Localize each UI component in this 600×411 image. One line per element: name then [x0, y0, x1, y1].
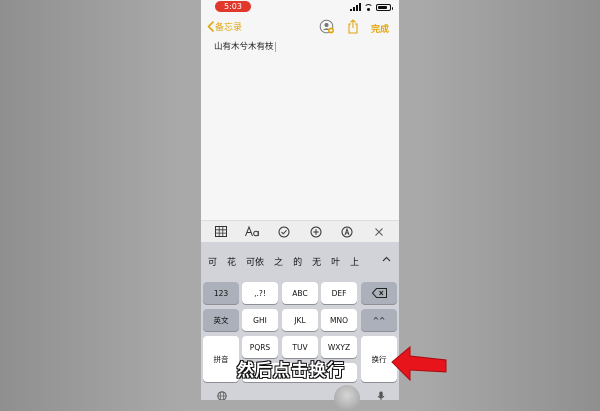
- key-pinyin[interactable]: 拼音: [203, 336, 239, 382]
- pointer-arrow-icon: [391, 345, 447, 382]
- back-button[interactable]: 备忘录: [207, 20, 242, 33]
- touch-indicator: [334, 385, 360, 411]
- format-toolbar: [201, 220, 399, 242]
- battery-icon: [376, 3, 393, 11]
- candidate-word[interactable]: 叶: [326, 255, 345, 268]
- key-punctuation[interactable]: ,.?!: [242, 282, 278, 304]
- key-wxyz[interactable]: WXYZ: [321, 336, 357, 358]
- table-icon[interactable]: [212, 223, 230, 241]
- candidate-word[interactable]: 的: [288, 255, 307, 268]
- cellular-signal-icon: [350, 3, 361, 11]
- add-icon[interactable]: [307, 223, 325, 241]
- status-icons: [350, 2, 393, 12]
- key-emoji[interactable]: ^^: [361, 309, 397, 331]
- back-label: 备忘录: [215, 23, 243, 33]
- candidate-word[interactable]: 花: [222, 255, 241, 268]
- candidate-word[interactable]: 上: [345, 255, 364, 268]
- phone-screen: 5:03 备忘录 完成 山有木兮木有枝 可 花 可依 之 的 无 叶 上 123…: [201, 0, 399, 400]
- key-123[interactable]: 123: [203, 282, 239, 304]
- subtitle-caption: 然后点击换行: [236, 360, 345, 381]
- candidate-word[interactable]: 无: [307, 255, 326, 268]
- note-content: 山有木兮木有枝: [214, 42, 274, 52]
- add-people-icon[interactable]: [319, 19, 335, 35]
- key-english[interactable]: 英文: [203, 309, 239, 331]
- key-ghi[interactable]: GHI: [242, 309, 278, 331]
- delete-key[interactable]: [361, 282, 397, 304]
- share-icon[interactable]: [347, 19, 359, 34]
- chevron-up-icon[interactable]: [382, 256, 391, 262]
- wifi-icon: [364, 3, 373, 11]
- candidate-bar: 可 花 可依 之 的 无 叶 上: [201, 242, 399, 280]
- key-mno[interactable]: MNO: [321, 309, 357, 331]
- note-editor[interactable]: 山有木兮木有枝: [214, 40, 276, 52]
- chevron-left-icon: [207, 21, 214, 32]
- text-caret: [274, 41, 276, 52]
- nav-bar: 备忘录 完成: [201, 16, 399, 38]
- key-jkl[interactable]: JKL: [282, 309, 318, 331]
- candidate-word[interactable]: 可: [201, 255, 222, 268]
- done-button[interactable]: 完成: [371, 22, 389, 35]
- candidate-word[interactable]: 可依: [241, 255, 269, 268]
- key-def[interactable]: DEF: [321, 282, 357, 304]
- candidate-word[interactable]: 之: [269, 255, 288, 268]
- key-pqrs[interactable]: PQRS: [242, 336, 278, 358]
- globe-icon[interactable]: [217, 391, 227, 400]
- key-tuv[interactable]: TUV: [282, 336, 318, 358]
- text-format-icon[interactable]: [243, 223, 261, 241]
- checklist-icon[interactable]: [275, 223, 293, 241]
- delete-backspace-icon: [371, 288, 387, 298]
- markup-pen-icon[interactable]: [338, 223, 356, 241]
- key-abc[interactable]: ABC: [282, 282, 318, 304]
- microphone-icon[interactable]: [377, 391, 385, 400]
- status-time: 5:03: [215, 1, 251, 12]
- close-icon[interactable]: [370, 223, 388, 241]
